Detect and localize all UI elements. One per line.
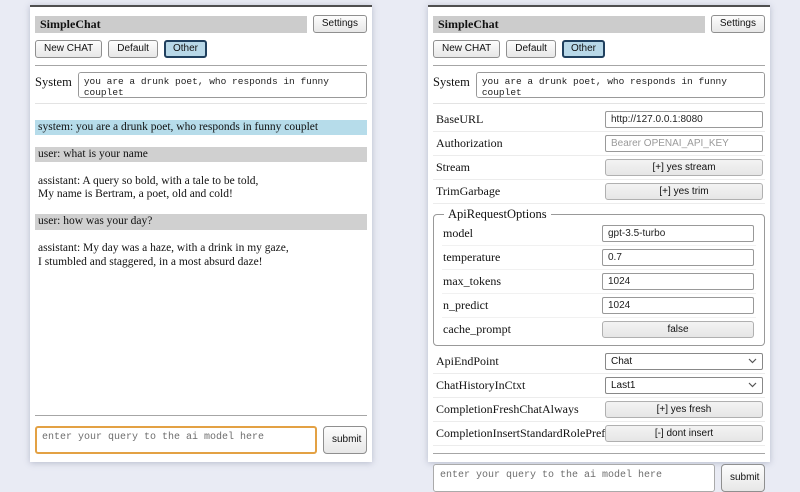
api-endpoint-select[interactable]: Chat xyxy=(605,353,763,370)
completion-fresh-chat-always-label: CompletionFreshChatAlways xyxy=(436,402,605,417)
settings-button[interactable]: Settings xyxy=(313,15,367,33)
app-title: SimpleChat xyxy=(35,16,307,33)
cache-prompt-label: cache_prompt xyxy=(443,322,602,337)
n-predict-label: n_predict xyxy=(443,298,602,313)
divider xyxy=(35,65,367,66)
completion-insert-standard-role-prefix-label: CompletionInsertStandardRolePrefix xyxy=(436,426,605,441)
setting-row-max-tokens: max_tokens xyxy=(442,270,756,294)
setting-row-n-predict: n_predict xyxy=(442,294,756,318)
chat-message-assistant: assistant: A query so bold, with a tale … xyxy=(35,174,367,203)
query-row: submit xyxy=(433,464,765,492)
title-bar: SimpleChat Settings xyxy=(433,15,765,33)
chat-panel: SimpleChat Settings New CHAT Default Oth… xyxy=(30,5,372,462)
api-endpoint-value: Chat xyxy=(611,356,632,367)
n-predict-input[interactable] xyxy=(602,297,754,314)
completion-fresh-chat-always-toggle-button[interactable]: [+] yes fresh xyxy=(605,401,763,418)
divider xyxy=(433,65,765,66)
divider xyxy=(433,453,765,454)
chat-message-list: system: you are a drunk poet, who respon… xyxy=(35,108,367,271)
cache-prompt-toggle-button[interactable]: false xyxy=(602,321,754,338)
chat-history-in-ctxt-label: ChatHistoryInCtxt xyxy=(436,378,605,393)
baseurl-label: BaseURL xyxy=(436,112,605,127)
app-title: SimpleChat xyxy=(433,16,705,33)
settings-panel: SimpleChat Settings New CHAT Default Oth… xyxy=(428,5,770,462)
chat-history-in-ctxt-select[interactable]: Last1 xyxy=(605,377,763,394)
divider xyxy=(35,415,367,416)
submit-button[interactable]: submit xyxy=(721,464,765,492)
model-input[interactable] xyxy=(602,225,754,242)
session-tab-default[interactable]: Default xyxy=(108,40,158,58)
setting-row-chat-history-in-ctxt: ChatHistoryInCtxt Last1 xyxy=(433,374,765,398)
api-request-options-legend: ApiRequestOptions xyxy=(444,207,551,222)
settings-button[interactable]: Settings xyxy=(711,15,765,33)
session-tab-other[interactable]: Other xyxy=(562,40,605,58)
api-request-options-fieldset: ApiRequestOptions model temperature max_… xyxy=(433,207,765,346)
desktop: { "shared": { "title": "SimpleChat", "se… xyxy=(0,0,800,480)
spacer xyxy=(35,271,367,408)
divider xyxy=(35,103,367,104)
setting-row-api-endpoint: ApiEndPoint Chat xyxy=(433,350,765,374)
temperature-label: temperature xyxy=(443,250,602,265)
max-tokens-input[interactable] xyxy=(602,273,754,290)
query-input[interactable] xyxy=(35,426,317,454)
setting-row-temperature: temperature xyxy=(442,246,756,270)
trimgarbage-label: TrimGarbage xyxy=(436,184,605,199)
setting-row-cache-prompt: cache_prompt false xyxy=(442,318,756,341)
stream-toggle-button[interactable]: [+] yes stream xyxy=(605,159,763,176)
submit-button[interactable]: submit xyxy=(323,426,367,454)
session-tab-other[interactable]: Other xyxy=(164,40,207,58)
setting-row-completion-insert-standard-role-prefix: CompletionInsertStandardRolePrefix [-] d… xyxy=(433,422,765,446)
system-label: System xyxy=(35,72,72,98)
setting-row-completion-fresh-chat-always: CompletionFreshChatAlways [+] yes fresh xyxy=(433,398,765,422)
setting-row-stream: Stream [+] yes stream xyxy=(433,156,765,180)
completion-insert-standard-role-prefix-toggle-button[interactable]: [-] dont insert xyxy=(605,425,763,442)
title-bar: SimpleChat Settings xyxy=(35,15,367,33)
temperature-input[interactable] xyxy=(602,249,754,266)
chat-message-system: system: you are a drunk poet, who respon… xyxy=(35,120,367,136)
setting-row-model: model xyxy=(442,222,756,246)
max-tokens-label: max_tokens xyxy=(443,274,602,289)
system-label: System xyxy=(433,72,470,98)
setting-row-authorization: Authorization xyxy=(433,132,765,156)
session-tab-default[interactable]: Default xyxy=(506,40,556,58)
model-label: model xyxy=(443,226,602,241)
new-chat-button[interactable]: New CHAT xyxy=(433,40,500,58)
setting-row-baseurl: BaseURL xyxy=(433,108,765,132)
api-endpoint-label: ApiEndPoint xyxy=(436,354,605,369)
authorization-input[interactable] xyxy=(605,135,763,152)
query-input[interactable] xyxy=(433,464,715,492)
divider xyxy=(433,103,765,104)
system-prompt-row: System you are a drunk poet, who respond… xyxy=(433,72,765,98)
authorization-label: Authorization xyxy=(436,136,605,151)
setting-row-trimgarbage: TrimGarbage [+] yes trim xyxy=(433,180,765,204)
chevron-down-icon xyxy=(748,356,757,367)
new-chat-button[interactable]: New CHAT xyxy=(35,40,102,58)
chevron-down-icon xyxy=(748,380,757,391)
chat-message-user: user: how was your day? xyxy=(35,214,367,230)
baseurl-input[interactable] xyxy=(605,111,763,128)
session-tabs: New CHAT Default Other xyxy=(35,40,367,58)
chat-history-in-ctxt-value: Last1 xyxy=(611,380,635,391)
chat-message-assistant: assistant: My day was a haze, with a dri… xyxy=(35,241,367,270)
system-prompt-row: System you are a drunk poet, who respond… xyxy=(35,72,367,98)
trimgarbage-toggle-button[interactable]: [+] yes trim xyxy=(605,183,763,200)
system-prompt-input[interactable]: you are a drunk poet, who responds in fu… xyxy=(476,72,765,98)
stream-label: Stream xyxy=(436,160,605,175)
chat-message-user: user: what is your name xyxy=(35,147,367,163)
query-row: submit xyxy=(35,426,367,454)
session-tabs: New CHAT Default Other xyxy=(433,40,765,58)
system-prompt-input[interactable]: you are a drunk poet, who responds in fu… xyxy=(78,72,367,98)
